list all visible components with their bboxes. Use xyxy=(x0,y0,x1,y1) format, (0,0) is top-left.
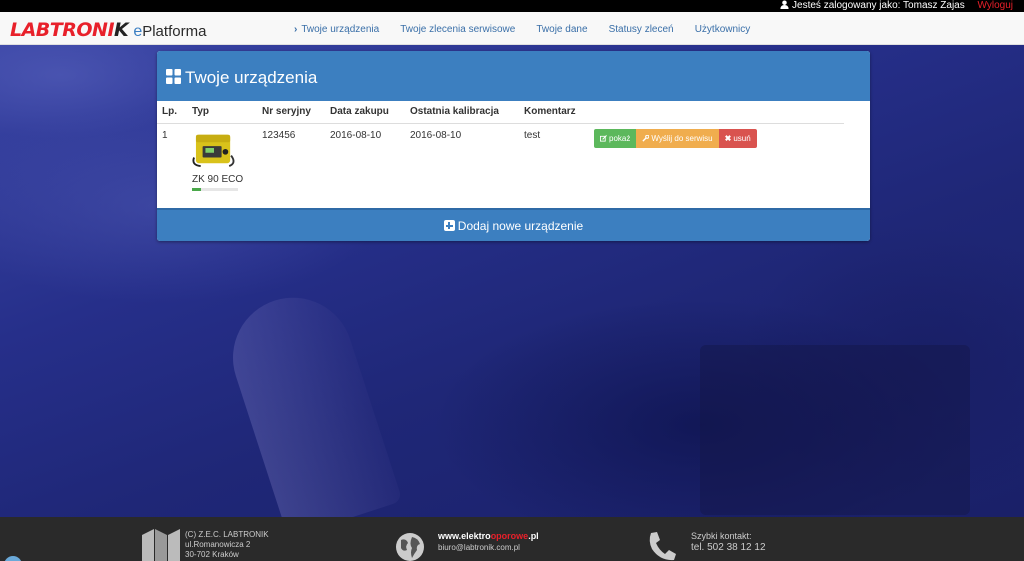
nav-item-your-data[interactable]: Twoje dane xyxy=(536,24,587,35)
website-link[interactable]: www.elektrooporowe.pl xyxy=(438,530,539,542)
background-pipe xyxy=(217,282,403,538)
logo-brand: LABTRONIK xyxy=(10,19,129,41)
col-actions xyxy=(594,101,844,124)
cell-type: ZK 90 ECO xyxy=(192,123,262,206)
table-row: 1 ZK 90 ECO 123456 2016-08-10 2016-08-10… xyxy=(157,123,844,206)
building-icon xyxy=(142,529,180,561)
delete-button[interactable]: ✖ usuń xyxy=(718,128,757,148)
footer: (C) Z.E.C. LABTRONIK ul.Romanowicza 2 30… xyxy=(0,517,1024,561)
col-purchase-date: Data zakupu xyxy=(330,101,410,124)
nav-item-users[interactable]: Użytkownicy xyxy=(695,24,751,35)
plus-icon xyxy=(443,220,455,231)
device-type-name[interactable]: ZK 90 ECO xyxy=(192,174,262,185)
phone-icon xyxy=(649,532,676,561)
email-link[interactable]: biuro@labtronik.com.pl xyxy=(438,542,539,554)
show-button[interactable]: pokaż xyxy=(594,128,637,148)
col-type: Typ xyxy=(192,101,262,124)
main-nav: › Twoje urządzenia Twoje zlecenia serwiso… xyxy=(294,23,768,35)
company-street: ul.Romanowicza 2 xyxy=(185,540,251,549)
top-bar: Jesteś zalogowany jako: Tomasz Zajas Wyl… xyxy=(0,0,1024,12)
cell-comment: test xyxy=(524,129,541,141)
send-to-service-button[interactable]: Wyślij do serwisu xyxy=(636,128,719,148)
background-machine xyxy=(700,345,970,515)
logout-link[interactable]: Wyloguj xyxy=(978,0,1013,11)
logo[interactable]: LABTRONIK ePlatforma xyxy=(10,19,206,41)
col-lp: Lp. xyxy=(157,101,192,124)
logged-in-prefix: Jesteś zalogowany jako: xyxy=(792,0,901,11)
panel-header: Twoje urządzenia xyxy=(157,51,870,101)
nav-item-order-statuses[interactable]: Statusy zleceń xyxy=(609,24,674,35)
add-device-label: Dodaj nowe urządzenie xyxy=(457,219,584,233)
cell-calibration-date: 2016-08-10 xyxy=(410,129,462,141)
logo-platform: ePlatforma xyxy=(133,23,207,40)
close-icon: ✖ xyxy=(724,133,732,143)
nav-item-service-orders[interactable]: Twoje zlecenia serwisowe xyxy=(400,24,515,35)
user-icon xyxy=(780,0,789,9)
cell-serial: 123456 xyxy=(262,129,296,141)
cell-purchase-date: 2016-08-10 xyxy=(330,129,382,141)
wrench-icon xyxy=(642,134,650,142)
edit-icon xyxy=(600,134,607,142)
user-status: Jesteś zalogowany jako: Tomasz Zajas Wyl… xyxy=(780,0,1013,12)
contact-phone[interactable]: tel. 502 38 12 12 xyxy=(691,542,766,554)
device-progress-fill xyxy=(192,187,202,191)
add-device-button[interactable]: Dodaj nowe urządzenie xyxy=(157,208,870,241)
devices-table: Lp. Typ Nr seryjny Data zakupu Ostatnia … xyxy=(157,101,844,206)
contact-label: Szybki kontakt: xyxy=(691,531,752,541)
device-progress-bar xyxy=(192,187,238,191)
globe-icon xyxy=(396,533,424,561)
col-serial: Nr seryjny xyxy=(262,101,330,124)
cell-actions: pokaż Wyślij do serwisu ✖ usuń xyxy=(594,123,844,206)
cell-lp: 1 xyxy=(162,129,168,141)
grid-icon xyxy=(166,69,181,84)
company-name: (C) Z.E.C. LABTRONIK xyxy=(185,530,269,539)
nav-item-devices[interactable]: › Twoje urządzenia xyxy=(294,24,379,35)
navbar: LABTRONIK ePlatforma › Twoje urządzenia T… xyxy=(0,12,1024,45)
devices-panel: Twoje urządzenia Lp. Typ Nr seryjny Data… xyxy=(157,51,870,241)
chevron-right-icon: › xyxy=(294,24,298,35)
panel-title: Twoje urządzenia xyxy=(185,68,318,87)
company-city: 30-702 Kraków xyxy=(185,550,239,559)
device-image[interactable] xyxy=(192,129,236,167)
table-header-row: Lp. Typ Nr seryjny Data zakupu Ostatnia … xyxy=(157,101,844,124)
chat-bubble-icon[interactable] xyxy=(4,556,22,561)
col-calibration: Ostatnia kalibracja xyxy=(410,101,524,124)
col-comment: Komentarz xyxy=(524,101,594,124)
user-name: Tomasz Zajas xyxy=(903,0,965,11)
